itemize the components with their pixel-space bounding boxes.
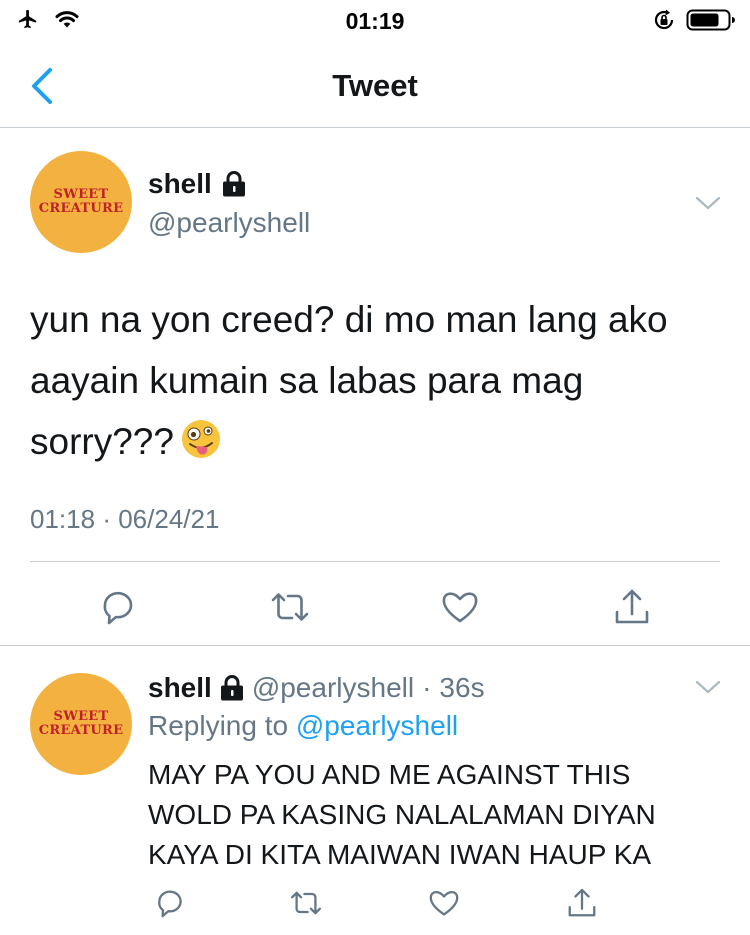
replying-to-link[interactable]: @pearlyshell: [296, 710, 458, 741]
tweet-time: 01:18: [30, 504, 96, 534]
reply-tweet[interactable]: SWEET CREATURE shell @pearlyshell · 36s …: [0, 647, 750, 935]
handle[interactable]: @pearlyshell: [148, 207, 310, 239]
display-name[interactable]: shell: [148, 672, 212, 704]
reply-icon[interactable]: [152, 885, 188, 921]
status-bar: 01:19: [0, 0, 750, 42]
zany-face-emoji: [181, 420, 220, 458]
status-time: 01:19: [345, 8, 405, 34]
retweet-icon[interactable]: [268, 585, 312, 629]
chevron-down-icon[interactable]: [694, 193, 722, 213]
reply-icon[interactable]: [96, 585, 140, 629]
replying-prefix: Replying to: [148, 710, 289, 741]
tweet-text-content: yun na yon creed? di mo man lang ako aay…: [30, 299, 668, 462]
retweet-icon[interactable]: [288, 885, 324, 921]
share-icon[interactable]: [564, 885, 600, 921]
lock-icon: [222, 171, 245, 197]
meta-separator: ·: [422, 672, 432, 703]
replying-to: Replying to @pearlyshell: [148, 710, 458, 742]
display-name-row: shell: [148, 168, 246, 200]
share-icon[interactable]: [610, 585, 654, 629]
relative-time: 36s: [439, 672, 485, 703]
avatar-text-line-2: CREATURE: [38, 723, 124, 738]
page-title: Tweet: [332, 68, 418, 103]
chevron-down-icon[interactable]: [694, 677, 722, 697]
tweet-text: yun na yon creed? di mo man lang ako aay…: [30, 289, 730, 472]
avatar[interactable]: SWEET CREATURE: [30, 151, 132, 253]
like-icon[interactable]: [438, 585, 482, 629]
reply-text-line: KAYA DI KITA MAIWAN IWAN HAUP KA: [148, 839, 652, 870]
display-name[interactable]: shell: [148, 168, 212, 200]
avatar-text-line-2: CREATURE: [38, 201, 124, 216]
handle[interactable]: @pearlyshell: [252, 672, 414, 704]
divider: [30, 561, 720, 562]
avatar-text-line-1: SWEET: [53, 709, 109, 724]
rotation-lock-icon: [654, 9, 674, 30]
avatar[interactable]: SWEET CREATURE: [30, 673, 132, 775]
like-icon[interactable]: [426, 885, 462, 921]
reply-text: MAY PA YOU AND ME AGAINST THIS WOLD PA K…: [148, 755, 708, 875]
tweet-timestamp: 01:18 · 06/24/21: [30, 504, 219, 535]
nav-bar: Tweet: [0, 42, 750, 128]
reply-header: shell @pearlyshell · 36s: [148, 672, 485, 704]
avatar-text-line-1: SWEET: [53, 187, 109, 202]
tweet-date: 06/24/21: [118, 504, 220, 534]
battery-icon: [686, 9, 735, 31]
lock-icon: [220, 675, 243, 701]
reply-text-line: MAY PA YOU AND ME AGAINST THIS: [148, 759, 631, 790]
main-tweet: SWEET CREATURE shell @pearlyshell yun na…: [0, 129, 750, 646]
reply-text-line: WOLD PA KASING NALALAMAN DIYAN: [148, 799, 656, 830]
meta-separator: ·: [102, 504, 111, 534]
